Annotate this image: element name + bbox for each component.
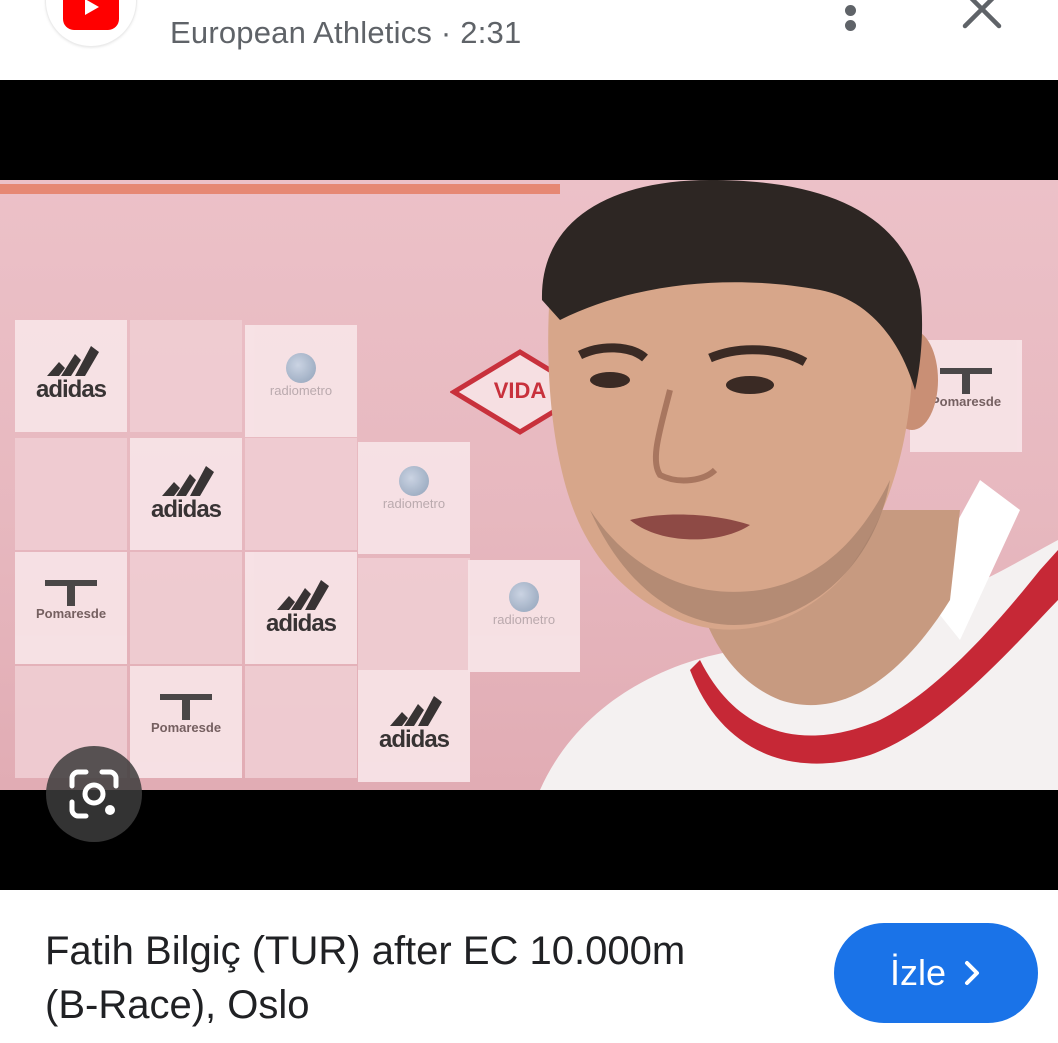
video-thumbnail[interactable]: adidas radiometro adidas radiometro Poma… [0,80,1058,890]
video-frame: adidas radiometro adidas radiometro Poma… [0,180,1058,790]
radio-wordmark: radiometro [269,383,333,398]
watch-button-label: İzle [889,952,947,993]
youtube-logo-icon [63,0,119,30]
pomar-wordmark: Pomaresde [150,720,222,735]
result-header: European Athletics · 2:31 [0,0,1058,80]
sponsor-tile: adidas [358,670,470,782]
adidas-logo-icon [271,576,331,610]
adidas-logo-icon [384,692,444,726]
video-title-line1: Fatih Bilgiç (TUR) after EC 10.000m [45,929,686,973]
adidas-wordmark: adidas [35,376,107,403]
adidas-wordmark: adidas [265,610,337,637]
close-icon[interactable] [958,0,1006,32]
sponsor-tile: radiometro [245,325,357,437]
interviewee-figure [520,180,1058,790]
sponsor-tile: adidas [15,320,127,432]
pomar-logo-icon [156,692,216,720]
radio-globe-icon [399,466,429,496]
sponsor-tile [130,320,242,432]
sponsor-tile: adidas [130,438,242,550]
radio-globe-icon [286,353,316,383]
sponsor-tile: adidas [245,552,357,664]
chevron-right-icon [962,959,982,987]
video-duration: 2:31 [460,15,522,50]
sponsor-tile [245,438,357,550]
pomar-logo-icon [41,578,101,606]
video-title[interactable]: Fatih Bilgiç (TUR) after EC 10.000m (B-R… [45,924,805,1032]
source-name: European Athletics [170,15,433,50]
sponsor-tile [358,558,470,670]
video-title-line2: (B-Race), Oslo [45,983,310,1027]
sponsor-tile: Pomaresde [130,666,242,778]
source-separator: · [432,15,461,50]
lens-camera-icon[interactable] [46,746,142,842]
watch-button[interactable]: İzle [834,923,1038,1023]
sponsor-tile: Pomaresde [15,552,127,664]
backdrop-stripe [0,184,560,194]
sponsor-tile [15,438,127,550]
sponsor-tile [245,666,357,778]
adidas-logo-icon [41,342,101,376]
more-vertical-icon[interactable] [836,0,866,34]
radio-wordmark: radiometro [382,496,446,511]
pomar-wordmark: Pomaresde [35,606,107,621]
adidas-wordmark: adidas [150,496,222,523]
sponsor-tile: radiometro [358,442,470,554]
sponsor-tile [130,552,242,664]
source-info: European Athletics · 2:31 [170,15,521,51]
adidas-wordmark: adidas [378,726,450,753]
adidas-logo-icon [156,462,216,496]
